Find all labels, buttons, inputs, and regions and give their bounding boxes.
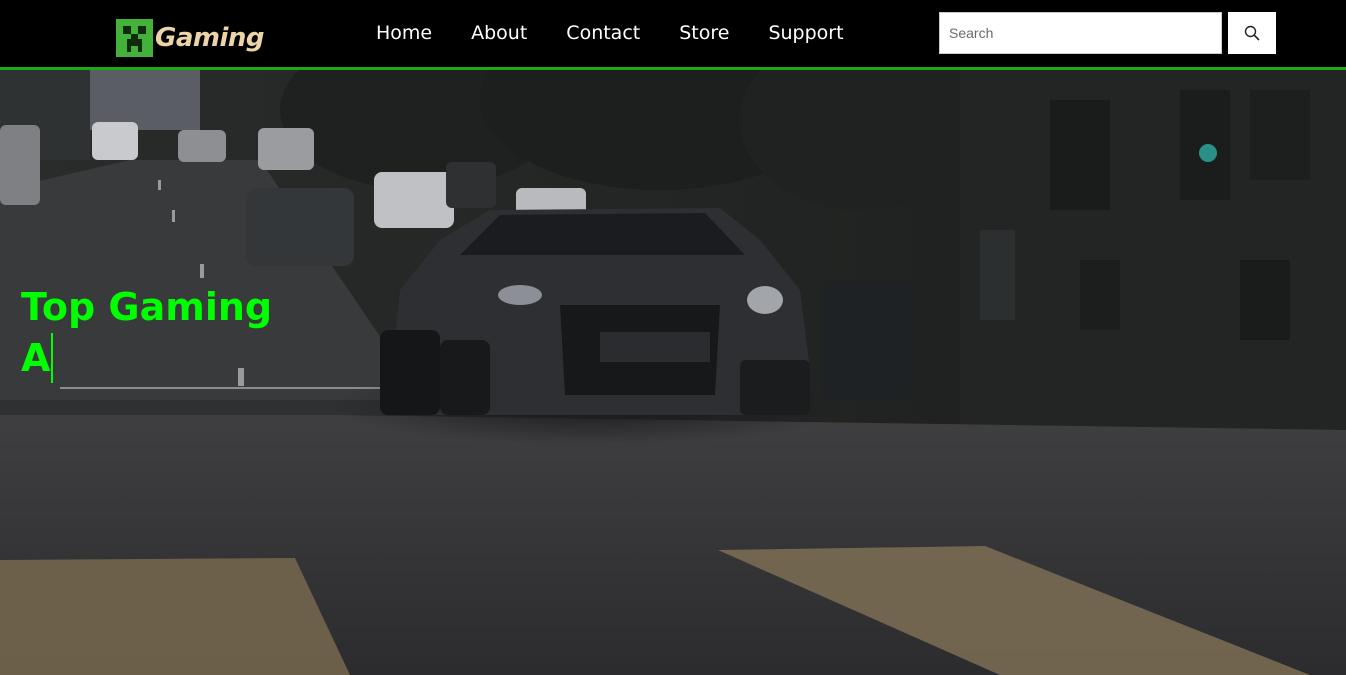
- nav-store[interactable]: Store: [679, 22, 729, 44]
- logo-text: Gaming: [155, 23, 265, 53]
- hero-line-2-wrap: A: [21, 333, 272, 384]
- creeper-face-icon: [116, 19, 153, 57]
- nav-contact[interactable]: Contact: [566, 22, 640, 44]
- main-nav: Home About Contact Store Support: [376, 22, 883, 44]
- hero-heading: Top Gaming A: [21, 282, 272, 384]
- hero-line-1: Top Gaming: [21, 285, 273, 329]
- search-button[interactable]: [1228, 12, 1276, 54]
- nav-support[interactable]: Support: [768, 22, 843, 44]
- hero-line-2: A: [21, 336, 51, 380]
- nav-home[interactable]: Home: [376, 22, 432, 44]
- hero-banner: Top Gaming A: [0, 70, 1346, 675]
- search-input[interactable]: [939, 12, 1222, 54]
- magnifier-icon: [1244, 25, 1260, 41]
- top-navbar: Gaming Home About Contact Store Support: [0, 0, 1346, 70]
- typing-cursor: [51, 333, 54, 383]
- nav-about[interactable]: About: [471, 22, 527, 44]
- site-logo[interactable]: Gaming: [116, 19, 265, 57]
